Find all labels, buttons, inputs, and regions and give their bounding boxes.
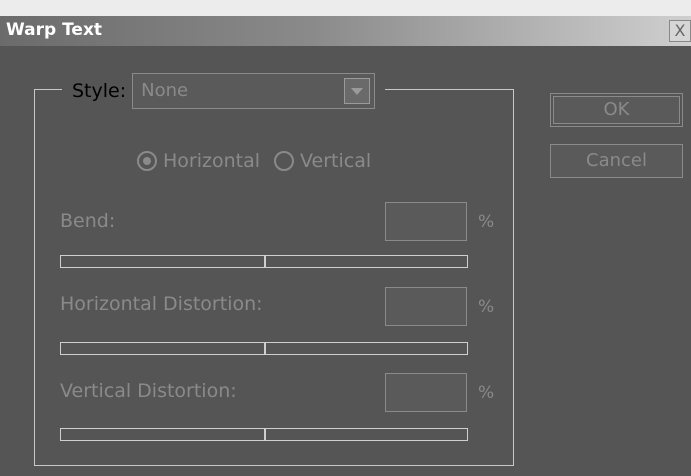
ok-button[interactable]: OK [550, 93, 683, 127]
radio-vertical-label[interactable]: Vertical [300, 150, 371, 172]
vertical-distortion-slider[interactable] [60, 428, 468, 441]
chevron-down-icon[interactable] [344, 78, 371, 104]
style-select-value: None [141, 80, 189, 101]
style-label: Style: [72, 80, 127, 102]
horizontal-distortion-label: Horizontal Distortion: [60, 293, 263, 315]
bend-slider[interactable] [60, 255, 468, 268]
radio-vertical[interactable] [274, 151, 295, 171]
window-title: Warp Text [6, 20, 103, 40]
horizontal-distortion-slider[interactable] [60, 342, 468, 355]
vertical-distortion-label: Vertical Distortion: [60, 380, 237, 402]
bend-slider-center-mark [264, 256, 266, 267]
vertical-distortion-input[interactable] [385, 373, 467, 412]
style-select[interactable]: None [132, 73, 376, 109]
orientation-radio-group: Horizontal Vertical [137, 150, 385, 172]
horizontal-distortion-slider-center-mark [264, 343, 266, 354]
radio-horizontal[interactable] [137, 151, 157, 171]
horizontal-distortion-input[interactable] [385, 287, 467, 326]
bend-unit: % [478, 212, 495, 232]
cancel-button[interactable]: Cancel [550, 144, 683, 178]
close-icon[interactable]: X [669, 20, 691, 42]
background-window-strip [0, 0, 691, 16]
bend-label: Bend: [60, 210, 116, 232]
style-group-legend: Style: None [62, 71, 386, 111]
bend-input[interactable] [385, 202, 467, 241]
horizontal-distortion-unit: % [478, 297, 495, 317]
vertical-distortion-slider-center-mark [264, 429, 266, 440]
radio-horizontal-label[interactable]: Horizontal [163, 150, 260, 172]
title-bar[interactable]: Warp Text X [0, 16, 691, 46]
vertical-distortion-unit: % [478, 383, 495, 403]
